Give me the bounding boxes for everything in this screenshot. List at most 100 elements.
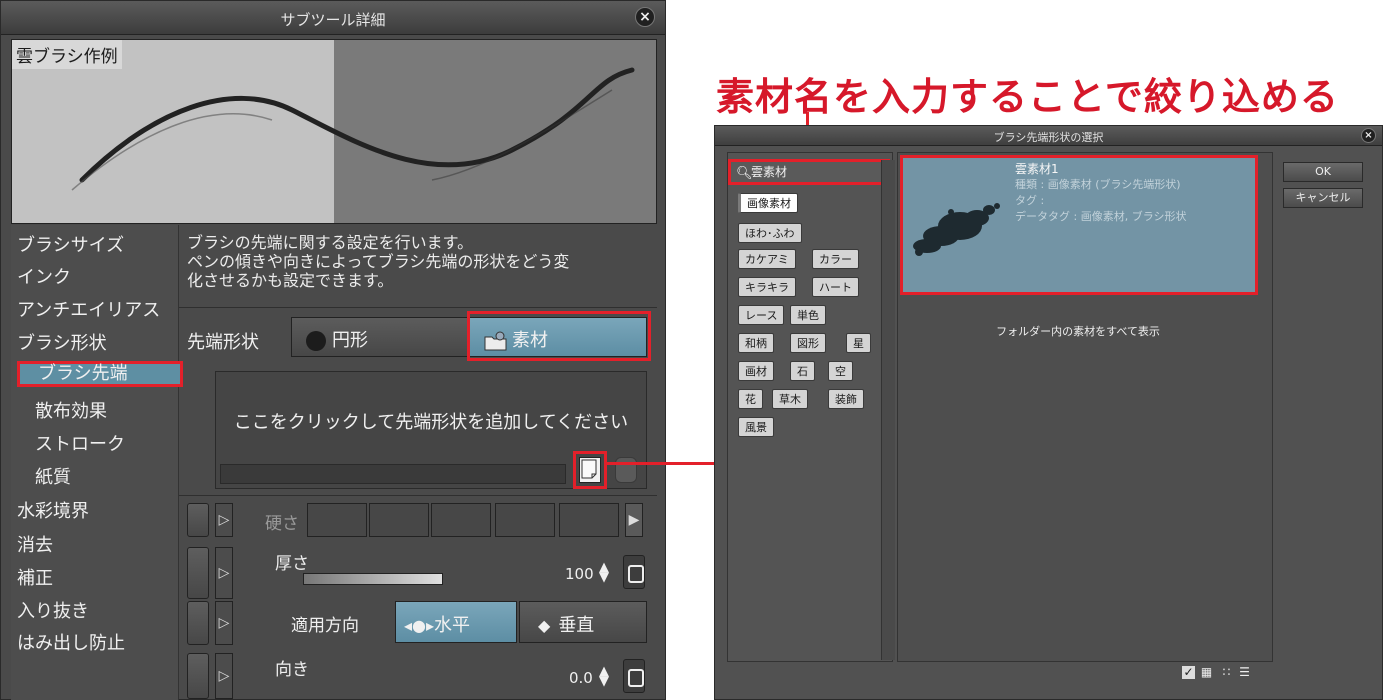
cancel-button[interactable]: キャンセル: [1283, 188, 1363, 208]
show-all-materials-link[interactable]: フォルダー内の素材をすべて表示: [898, 323, 1258, 339]
tag-item[interactable]: 石: [790, 361, 815, 381]
hardness-level-1[interactable]: [307, 503, 367, 537]
category-brush-shape[interactable]: ブラシ形状: [17, 329, 107, 355]
large-thumbnail-icon[interactable]: ▦: [1200, 666, 1213, 679]
selector-title: ブラシ先端形状の選択: [993, 131, 1104, 144]
circle-option-label: 円形: [332, 330, 368, 351]
subtool-detail-window: サブツール詳細 × 雲ブラシ作例 ブラシサイズ インク アンチエイリアス ブラシ…: [0, 0, 666, 700]
direction-spinner-icon[interactable]: ▲ ▼: [599, 665, 609, 688]
search-text: 雲素材: [751, 165, 788, 179]
tip-shape-selection-window: ブラシ先端形状の選択 × 🔍︎ 雲素材 画像素材 ほわ･ふわ カケアミ カラー …: [714, 125, 1383, 700]
hardness-level-3[interactable]: [431, 503, 491, 537]
tag-item[interactable]: 和柄: [738, 333, 774, 353]
tag-item[interactable]: ほわ･ふわ: [738, 223, 802, 243]
close-icon[interactable]: ×: [635, 7, 655, 27]
hardness-lock-toggle[interactable]: [187, 503, 209, 537]
tag-item[interactable]: 星: [846, 333, 871, 353]
thickness-lock-toggle[interactable]: [187, 547, 209, 599]
material-item[interactable]: 雲素材1 種類 : 画像素材 (ブラシ先端形状) タグ : データタグ : 画像…: [900, 155, 1258, 295]
description-line: ブラシの先端に関する設定を行います。: [187, 233, 474, 252]
tip-list-bar: [220, 464, 566, 484]
tag-item[interactable]: 花: [738, 389, 763, 409]
selector-titlebar[interactable]: ブラシ先端形状の選択 ×: [715, 126, 1382, 146]
category-brush-tip[interactable]: ブラシ先端: [17, 361, 183, 387]
cloud-material-thumbnail: [913, 203, 1000, 256]
description-line: ペンの傾きや向きによってブラシ先端の形状をどう変: [187, 252, 570, 271]
material-tags: タグ :: [1015, 194, 1045, 207]
circle-icon: [306, 331, 326, 351]
tag-item[interactable]: キラキラ: [738, 277, 796, 297]
detail-list-icon[interactable]: ☰: [1238, 666, 1251, 679]
direction-lock-toggle[interactable]: [187, 653, 209, 699]
highlight-material-option: [467, 311, 651, 361]
vertical-option-label: 垂直: [558, 615, 595, 636]
apply-direction-label: 適用方向: [291, 616, 359, 636]
horizontal-icon: ◂●▸: [404, 616, 435, 635]
direction-expand-icon[interactable]: ▷: [215, 653, 233, 699]
divider: [179, 307, 657, 308]
settings-panel: ブラシの先端に関する設定を行います。 ペンの傾きや向きによってブラシ先端の形状を…: [179, 225, 657, 700]
add-tip-hint: ここをクリックして先端形状を追加してください: [233, 412, 629, 433]
settings-description: ブラシの先端に関する設定を行います。 ペンの傾きや向きによってブラシ先端の形状を…: [187, 233, 569, 290]
tag-item[interactable]: 空: [828, 361, 853, 381]
category-correction[interactable]: 補正: [17, 564, 53, 590]
thickness-pressure-toggle[interactable]: [623, 555, 645, 589]
divider: [179, 495, 657, 496]
close-icon[interactable]: ×: [1361, 128, 1376, 143]
hardness-level-5[interactable]: [559, 503, 619, 537]
tag-item[interactable]: ハート: [812, 277, 859, 297]
tag-item[interactable]: 画材: [738, 361, 774, 381]
hardness-level-2[interactable]: [369, 503, 429, 537]
subtool-titlebar[interactable]: サブツール詳細 ×: [1, 1, 665, 35]
category-spray-effect[interactable]: 散布効果: [35, 397, 107, 423]
description-line: 化させるかも設定できます。: [187, 271, 394, 290]
ok-button[interactable]: OK: [1283, 162, 1363, 182]
tag-item[interactable]: レース: [738, 305, 785, 325]
checkbox-icon[interactable]: ✓: [1182, 666, 1195, 679]
preview-label: 雲ブラシ作例: [12, 40, 122, 69]
tag-item[interactable]: 図形: [790, 333, 826, 353]
hardness-next-icon[interactable]: ▶: [625, 503, 643, 537]
tag-scrollbar[interactable]: [881, 160, 895, 660]
window-title: サブツール詳細: [280, 11, 386, 29]
tag-item[interactable]: 装飾: [828, 389, 864, 409]
tag-item[interactable]: カケアミ: [738, 249, 796, 269]
category-overflow-prevention[interactable]: はみ出し防止: [17, 629, 125, 655]
hardness-expand-icon[interactable]: ▷: [215, 503, 233, 537]
direction-label: 向き: [275, 660, 309, 680]
category-starting-ending[interactable]: 入り抜き: [17, 597, 89, 623]
hardness-label: 硬さ: [265, 514, 299, 534]
horizontal-option-label: 水平: [434, 615, 471, 636]
brush-preview: 雲ブラシ作例: [11, 39, 657, 224]
category-stroke[interactable]: ストローク: [35, 430, 125, 456]
category-antialias[interactable]: アンチエイリアス: [17, 296, 160, 322]
category-watercolor-edge[interactable]: 水彩境界: [17, 497, 89, 523]
small-thumbnail-icon[interactable]: ∷: [1220, 666, 1233, 679]
apply-direction-expand-icon[interactable]: ▷: [215, 601, 233, 645]
trash-icon[interactable]: [615, 457, 637, 483]
tag-item[interactable]: 単色: [790, 305, 826, 325]
hardness-level-4[interactable]: [495, 503, 555, 537]
thickness-slider[interactable]: [303, 573, 443, 585]
category-texture[interactable]: 紙質: [35, 463, 71, 489]
search-icon: 🔍︎: [736, 166, 753, 181]
direction-pressure-toggle[interactable]: [623, 659, 645, 693]
tag-item[interactable]: 画像素材: [738, 193, 798, 213]
tag-item[interactable]: 草木: [772, 389, 808, 409]
circle-option-button[interactable]: 円形: [291, 317, 469, 357]
tag-item[interactable]: カラー: [812, 249, 859, 269]
horizontal-option-button[interactable]: ◂●▸水平: [395, 601, 517, 643]
material-list: 雲素材1 種類 : 画像素材 (ブラシ先端形状) タグ : データタグ : 画像…: [897, 152, 1273, 662]
material-type: 種類 : 画像素材 (ブラシ先端形状): [1015, 178, 1181, 191]
vertical-option-button[interactable]: ◆ 垂直: [519, 601, 647, 643]
category-brush-size[interactable]: ブラシサイズ: [17, 231, 124, 257]
tip-shape-label: 先端形状: [187, 332, 259, 353]
search-input[interactable]: 🔍︎ 雲素材: [728, 159, 890, 185]
tag-item[interactable]: 風景: [738, 417, 774, 437]
apply-direction-lock-toggle[interactable]: [187, 601, 209, 645]
category-ink[interactable]: インク: [17, 263, 71, 289]
connector-line: [606, 462, 716, 465]
thickness-expand-icon[interactable]: ▷: [215, 547, 233, 599]
category-erase[interactable]: 消去: [17, 531, 53, 557]
thickness-spinner-icon[interactable]: ▲ ▼: [599, 561, 609, 584]
